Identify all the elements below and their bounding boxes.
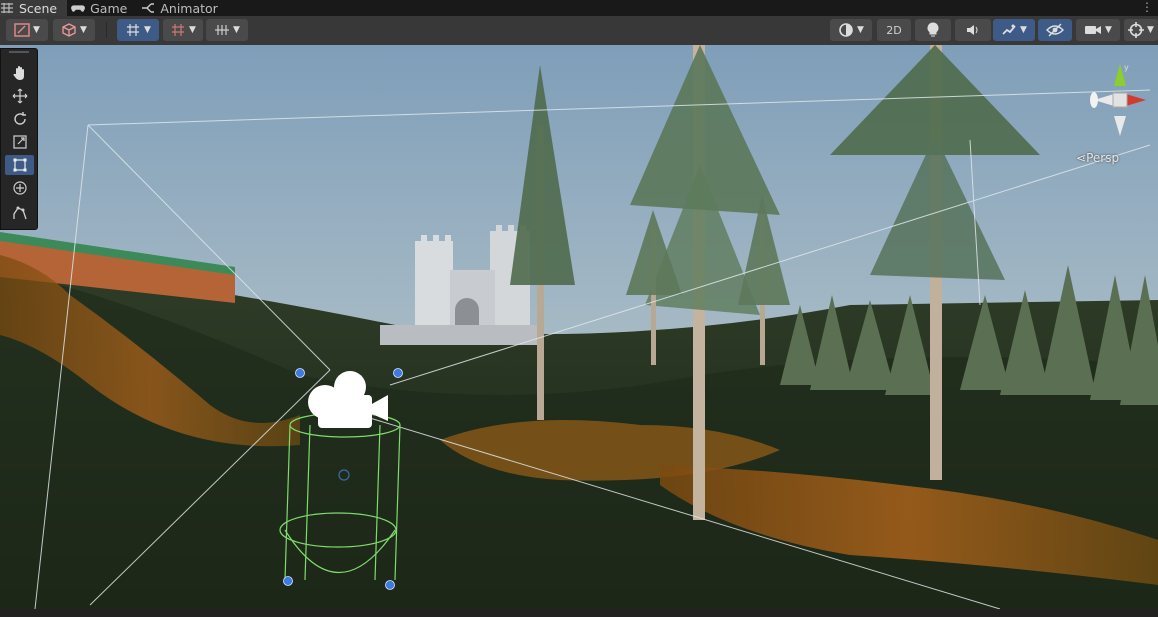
tab-scene-label: Scene bbox=[19, 0, 58, 16]
chevron-down-icon: ▼ bbox=[33, 25, 40, 35]
tab-scene[interactable]: Scene bbox=[0, 0, 68, 16]
transform-tool[interactable] bbox=[5, 178, 34, 198]
2d-toggle-label: 2D bbox=[886, 23, 902, 37]
chevron-down-icon: ▼ bbox=[1020, 25, 1027, 35]
render-mode-dropdown[interactable]: ▼ bbox=[53, 19, 95, 41]
tab-game-label: Game bbox=[90, 0, 128, 16]
rect-tool[interactable] bbox=[5, 155, 34, 175]
align-grid-icon bbox=[215, 25, 230, 35]
axis-gizmo-icon: y bbox=[1090, 63, 1146, 136]
chevron-down-icon: ▼ bbox=[1147, 25, 1154, 35]
effects-icon bbox=[1002, 24, 1016, 35]
grid-icon bbox=[1, 3, 13, 13]
custom-tool[interactable] bbox=[5, 203, 34, 223]
rect-transform-icon bbox=[13, 158, 26, 172]
orientation-icon bbox=[839, 23, 853, 37]
draw-mode-dropdown[interactable]: ▼ bbox=[6, 19, 48, 41]
orientation-dropdown[interactable]: ▼ bbox=[830, 19, 872, 41]
scale-tool[interactable] bbox=[5, 132, 34, 152]
align-grid-dropdown[interactable]: ▼ bbox=[206, 19, 248, 41]
chevron-down-icon: ▼ bbox=[233, 25, 240, 35]
chevron-down-icon: ▼ bbox=[857, 25, 864, 35]
projection-label: Persp bbox=[1086, 151, 1120, 165]
audio-toggle[interactable] bbox=[955, 19, 991, 41]
increment-snap-icon bbox=[172, 24, 185, 36]
transform-icon bbox=[12, 181, 27, 195]
hand-tool[interactable] bbox=[5, 63, 34, 83]
chevron-down-icon: ▼ bbox=[1105, 25, 1112, 35]
hand-icon bbox=[12, 66, 24, 80]
animator-icon bbox=[142, 3, 155, 13]
z-axis-handle[interactable] bbox=[1114, 116, 1126, 136]
toolbar-divider bbox=[106, 22, 107, 38]
move-arrows-icon bbox=[12, 88, 27, 104]
scene-render bbox=[0, 45, 1158, 609]
scene-toolbar: ▼ ▼ ▼ ▼ ▼ ▼ 2D ▼ ▼ ▼ bbox=[0, 16, 1158, 46]
tab-game[interactable]: Game bbox=[67, 0, 137, 16]
gizmos-icon bbox=[1128, 22, 1145, 38]
gamepad-icon bbox=[71, 5, 86, 12]
2d-toggle[interactable]: 2D bbox=[877, 19, 911, 41]
scale-icon bbox=[12, 135, 27, 149]
orientation-gizmo[interactable]: y bbox=[1086, 62, 1158, 148]
projection-toggle[interactable]: ⋖Persp bbox=[1076, 151, 1119, 165]
camera-icon bbox=[1085, 26, 1102, 34]
camera-dropdown[interactable]: ▼ bbox=[1076, 19, 1120, 41]
lightbulb-icon bbox=[927, 22, 939, 37]
scene-visibility-toggle[interactable] bbox=[1038, 19, 1072, 41]
rotate-tool[interactable] bbox=[5, 109, 34, 129]
draw-mode-icon bbox=[14, 23, 30, 37]
tool-palette bbox=[0, 48, 38, 230]
chevron-down-icon: ▼ bbox=[189, 25, 196, 35]
rotate-icon bbox=[13, 112, 26, 125]
tab-animator[interactable]: Animator bbox=[137, 0, 227, 16]
projection-icon: ⋖ bbox=[1076, 151, 1087, 165]
more-options-icon[interactable]: ⋮ bbox=[1141, 0, 1153, 14]
chevron-down-icon: ▼ bbox=[80, 25, 87, 35]
status-bar bbox=[0, 609, 1158, 617]
custom-tool-icon bbox=[12, 206, 27, 220]
x-axis-handle[interactable] bbox=[1126, 94, 1146, 106]
tool-palette-grip[interactable] bbox=[9, 51, 29, 61]
cube-icon bbox=[62, 23, 76, 37]
move-tool[interactable] bbox=[5, 86, 34, 106]
speaker-icon bbox=[967, 25, 978, 35]
effects-dropdown[interactable]: ▼ bbox=[993, 19, 1035, 41]
svg-text:y: y bbox=[1124, 63, 1129, 72]
tab-animator-label: Animator bbox=[160, 0, 218, 16]
chevron-down-icon: ▼ bbox=[144, 25, 151, 35]
editor-tab-bar: Scene Game Animator ⋮ bbox=[0, 0, 1158, 16]
increment-snap-dropdown[interactable]: ▼ bbox=[163, 19, 203, 41]
grid-snap-toggle[interactable]: ▼ bbox=[117, 19, 159, 41]
gizmos-dropdown[interactable]: ▼ bbox=[1124, 19, 1158, 41]
grid-snap-icon bbox=[127, 24, 140, 36]
scene-viewport[interactable] bbox=[0, 45, 1158, 609]
lighting-toggle[interactable] bbox=[915, 19, 951, 41]
hidden-eye-icon bbox=[1046, 23, 1064, 37]
